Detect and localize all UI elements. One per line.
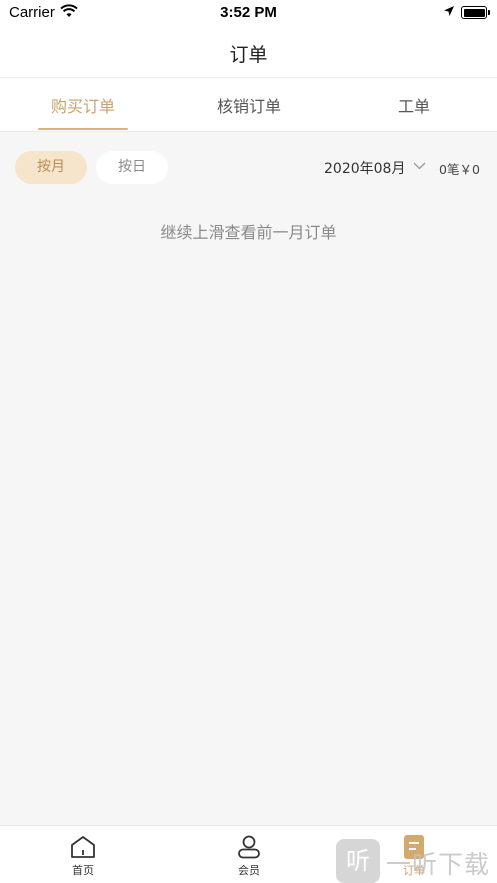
tab-redemption-orders[interactable]: 核销订单 [166,93,332,117]
bottom-tab-member-label: 会员 [238,864,260,877]
watermark-text: 一听下载 [386,850,491,879]
status-time: 3:52 PM [220,4,277,21]
watermark-logo: 听 [336,839,380,883]
filter-by-month-button[interactable]: 按月 [15,151,87,184]
member-icon [238,835,260,859]
battery-icon [461,6,487,19]
bottom-tab-home[interactable]: 首页 [0,826,166,883]
battery-nub [488,10,490,15]
navigation-bar: 订单 [0,26,497,78]
order-summary: 0笔￥0 [439,162,480,177]
filter-by-day-button[interactable]: 按日 [96,151,168,184]
scroll-hint: 继续上滑查看前一月订单 [160,223,337,242]
tab-work-orders[interactable]: 工单 [331,93,497,117]
chevron-down-icon[interactable] [413,162,426,170]
month-picker[interactable]: 2020年08月 [324,158,405,178]
location-arrow-icon [444,6,454,16]
order-tabs: 购买订单 核销订单 工单 [0,78,497,132]
bottom-tab-member[interactable]: 会员 [166,826,332,883]
tab-purchase-orders[interactable]: 购买订单 [0,93,166,117]
active-tab-indicator [38,128,128,130]
status-bar: Carrier 3:52 PM [0,0,497,26]
page-title: 订单 [229,44,268,66]
home-icon [71,836,95,858]
bottom-tab-home-label: 首页 [72,864,94,877]
watermark: 听 一听下载 [336,839,496,883]
